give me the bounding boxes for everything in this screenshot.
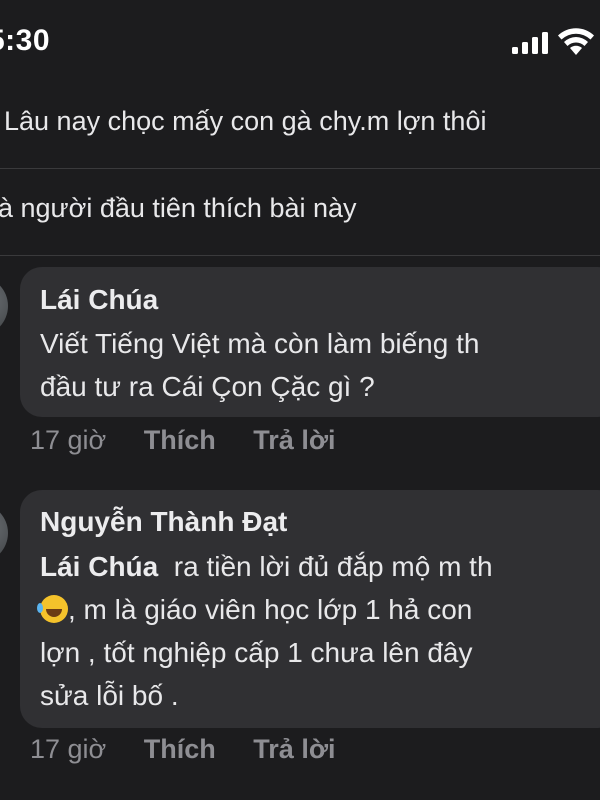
comment-text: ra tiền lời đủ đắp mộ m th (173, 551, 493, 582)
cellular-signal-icon (512, 32, 548, 54)
comment-bubble: Nguyễn Thành Đạt Lái Chúa ra tiền lời đủ… (20, 490, 600, 728)
status-time: 5:30 (0, 24, 51, 57)
comment-bubble: Lái Chúa Viết Tiếng Việt mà còn làm biến… (20, 267, 600, 417)
comment-text-line: Lái Chúa ra tiền lời đủ đắp mộ m th (40, 551, 493, 583)
comment-text-line: Viết Tiếng Việt mà còn làm biếng th (40, 328, 480, 359)
status-bar: 5:30 (0, 0, 600, 90)
comment-text: , m là giáo viên học lớp 1 hả con (68, 594, 473, 625)
like-button[interactable]: Thích (144, 425, 216, 456)
wifi-icon (558, 28, 594, 55)
comment-text-line: , m là giáo viên học lớp 1 hả con (37, 594, 473, 626)
comment-actions: 17 giờ Thích Trả lời (30, 734, 336, 765)
avatar[interactable] (0, 276, 8, 336)
like-button[interactable]: Thích (144, 734, 216, 765)
avatar[interactable] (0, 503, 8, 563)
reply-button[interactable]: Trả lời (253, 734, 335, 765)
divider (0, 255, 600, 256)
comment-timestamp: 17 giờ (30, 425, 107, 455)
divider (0, 168, 600, 169)
reply-button[interactable]: Trả lời (253, 425, 335, 456)
comment-text-line: lợn , tốt nghiệp cấp 1 chưa lên đây (40, 637, 473, 668)
comment-author[interactable]: Lái Chúa (40, 284, 158, 316)
comment-text-line: sửa lỗi bố . (40, 680, 179, 711)
comment-text-line: đầu tư ra Cái Çon Çặc gì ? (40, 371, 375, 402)
mention-link[interactable]: Lái Chúa (40, 551, 158, 582)
laughing-emoji-icon (37, 595, 68, 623)
comment-author[interactable]: Nguyễn Thành Đạt (40, 506, 287, 538)
comment-actions: 17 giờ Thích Trả lời (30, 425, 336, 456)
comment-timestamp: 17 giờ (30, 734, 107, 764)
post-text: Lâu nay chọc mấy con gà chy.m lợn thôi (4, 106, 487, 136)
likes-summary[interactable]: à người đầu tiên thích bài này (0, 193, 357, 224)
